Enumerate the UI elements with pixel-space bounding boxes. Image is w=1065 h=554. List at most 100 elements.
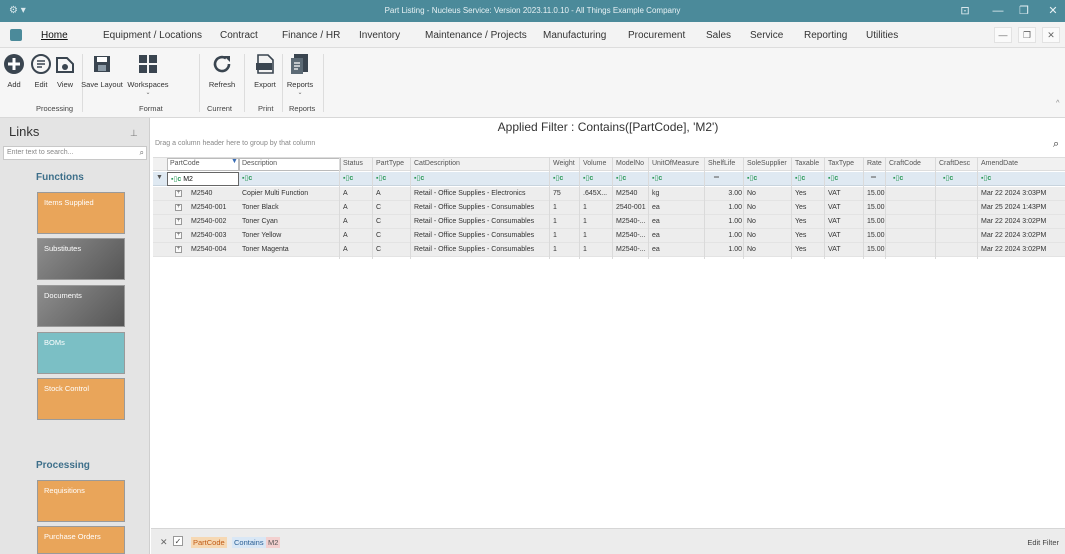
menu-maintenance-projects[interactable]: Maintenance / Projects [425, 30, 527, 41]
edit-filter-button[interactable]: Edit Filter [1027, 538, 1059, 547]
child-minimize-button[interactable]: — [994, 27, 1012, 43]
cell-taxable[interactable]: Yes [795, 218, 806, 225]
filter-equals-icon[interactable]: ═ [871, 174, 876, 181]
column-weight[interactable]: Weight [553, 160, 575, 167]
cell-amenddate[interactable]: Mar 22 2024 3:02PM [981, 218, 1046, 225]
cell-solesupplier[interactable]: No [747, 246, 756, 253]
cell-taxtype[interactable]: VAT [828, 232, 841, 239]
filter-condition-icon[interactable]: ▪▯c [553, 174, 563, 182]
filter-equals-icon[interactable]: ═ [714, 174, 719, 181]
cell-taxable[interactable]: Yes [795, 232, 806, 239]
cell-unitofmeasure[interactable]: ea [652, 204, 660, 211]
view-button[interactable]: View [53, 52, 77, 89]
menu-service[interactable]: Service [750, 30, 783, 41]
menu-contract[interactable]: Contract [220, 30, 258, 41]
cell-taxable[interactable]: Yes [795, 204, 806, 211]
cell-weight[interactable]: 1 [553, 218, 557, 225]
grid-search-icon[interactable]: ⌕ [1053, 138, 1059, 151]
reports-button[interactable]: Reports ⌄ [285, 52, 315, 96]
cell-parttype[interactable]: C [376, 218, 381, 225]
tile-boms[interactable]: BOMs [37, 332, 125, 374]
child-close-button[interactable]: ✕ [1042, 27, 1060, 43]
filter-value-chip[interactable]: M2 [266, 537, 281, 548]
group-panel-hint[interactable]: Drag a column header here to group by th… [155, 140, 315, 147]
cell-amenddate[interactable]: Mar 22 2024 3:03PM [981, 190, 1046, 197]
refresh-button[interactable]: Refresh [205, 52, 239, 89]
filter-condition-icon[interactable]: ▪▯c [376, 174, 386, 182]
cell-modelno[interactable]: M2540-... [616, 218, 646, 225]
filter-condition-icon[interactable]: ▪▯c [242, 174, 252, 182]
enable-filter-checkbox[interactable]: ✓ [173, 536, 183, 546]
expand-row-icon[interactable]: + [175, 246, 182, 253]
column-modelno[interactable]: ModelNo [616, 160, 644, 167]
cell-rate[interactable]: 15.00 [867, 218, 885, 225]
cell-shelflife[interactable]: 1.00 [708, 232, 742, 239]
column-catdescription[interactable]: CatDescription [414, 160, 460, 167]
child-restore-button[interactable]: ❐ [1018, 27, 1036, 43]
cell-solesupplier[interactable]: No [747, 218, 756, 225]
column-description[interactable]: Description [242, 160, 277, 167]
cell-partcode[interactable]: M2540-001 [191, 204, 226, 211]
cell-weight[interactable]: 1 [553, 204, 557, 211]
cell-status[interactable]: A [343, 190, 348, 197]
cell-description[interactable]: Toner Magenta [242, 246, 289, 253]
cell-shelflife[interactable]: 1.00 [708, 218, 742, 225]
cell-shelflife[interactable]: 1.00 [708, 204, 742, 211]
restore-layout-icon[interactable]: ⊡ [957, 4, 973, 18]
filter-condition-icon[interactable]: ▪▯c [828, 174, 838, 182]
column-volume[interactable]: Volume [583, 160, 606, 167]
menu-finance-hr[interactable]: Finance / HR [282, 30, 340, 41]
cell-catdescription[interactable]: Retail - Office Supplies - Consumables [414, 204, 534, 211]
tile-items-supplied[interactable]: Items Supplied [37, 192, 125, 234]
column-taxable[interactable]: Taxable [795, 160, 819, 167]
column-shelflife[interactable]: ShelfLife [708, 160, 735, 167]
cell-modelno[interactable]: M2540-... [616, 246, 646, 253]
tile-purchase-orders[interactable]: Purchase Orders [37, 526, 125, 554]
cell-volume[interactable]: 1 [583, 246, 587, 253]
collapse-ribbon-icon[interactable]: ^ [1056, 98, 1060, 107]
cell-rate[interactable]: 15.00 [867, 246, 885, 253]
filter-condition-icon[interactable]: ▪▯c [943, 174, 953, 182]
cell-weight[interactable]: 75 [553, 190, 561, 197]
expand-row-icon[interactable]: + [175, 190, 182, 197]
cell-taxable[interactable]: Yes [795, 190, 806, 197]
cell-description[interactable]: Toner Cyan [242, 218, 278, 225]
menu-procurement[interactable]: Procurement [628, 30, 685, 41]
column-status[interactable]: Status [343, 160, 363, 167]
cell-taxtype[interactable]: VAT [828, 218, 841, 225]
menu-equipment-locations[interactable]: Equipment / Locations [103, 30, 202, 41]
filter-condition-icon[interactable]: ▪▯c [583, 174, 593, 182]
cell-parttype[interactable]: C [376, 232, 381, 239]
app-menu-icon[interactable] [10, 29, 22, 41]
cell-parttype[interactable]: A [376, 190, 381, 197]
cell-solesupplier[interactable]: No [747, 190, 756, 197]
column-parttype[interactable]: PartType [376, 160, 404, 167]
expand-row-icon[interactable]: + [175, 204, 182, 211]
cell-weight[interactable]: 1 [553, 232, 557, 239]
cell-partcode[interactable]: M2540-002 [191, 218, 226, 225]
filter-condition-icon[interactable]: ▪▯c [652, 174, 662, 182]
cell-taxtype[interactable]: VAT [828, 246, 841, 253]
menu-manufacturing[interactable]: Manufacturing [543, 30, 606, 41]
menu-utilities[interactable]: Utilities [866, 30, 898, 41]
column-unitofmeasure[interactable]: UnitOfMeasure [652, 160, 699, 167]
table-row[interactable]: + M2540 Copier Multi Function A A Retail - Of… [153, 187, 1065, 201]
cell-modelno[interactable]: M2540-... [616, 232, 646, 239]
column-rate[interactable]: Rate [867, 160, 882, 167]
menu-home[interactable]: Home [41, 30, 68, 41]
menu-sales[interactable]: Sales [706, 30, 731, 41]
cell-status[interactable]: A [343, 246, 348, 253]
cell-partcode[interactable]: M2540-004 [191, 246, 226, 253]
cell-taxtype[interactable]: VAT [828, 190, 841, 197]
cell-volume[interactable]: 1 [583, 218, 587, 225]
cell-description[interactable]: Copier Multi Function [242, 190, 308, 197]
cell-volume[interactable]: 1 [583, 204, 587, 211]
cell-unitofmeasure[interactable]: ea [652, 232, 660, 239]
cell-parttype[interactable]: C [376, 204, 381, 211]
table-row[interactable]: + M2540-004 Toner Magenta A C Retail - Office… [153, 243, 1065, 257]
filter-condition-icon[interactable]: ▪▯c [616, 174, 626, 182]
filter-operator-chip[interactable]: Contains [232, 537, 266, 548]
cell-unitofmeasure[interactable]: ea [652, 218, 660, 225]
cell-rate[interactable]: 15.00 [867, 232, 885, 239]
clear-filter-icon[interactable]: ✕ [160, 537, 168, 548]
